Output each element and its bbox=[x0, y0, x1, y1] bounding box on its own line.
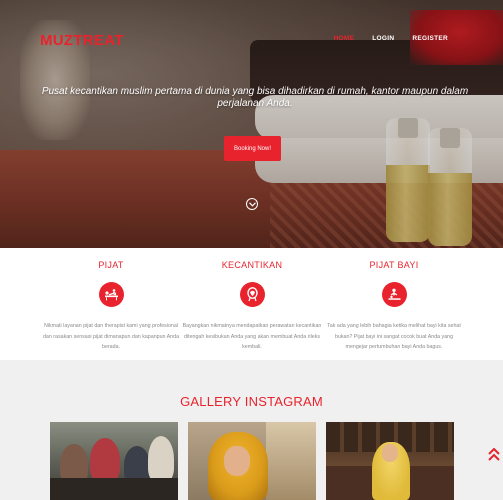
services-section: PIJAT Nikmati layanan pijat dan therapis… bbox=[0, 248, 503, 360]
service-title: PIJAT bbox=[98, 260, 124, 270]
gallery-title: GALLERY INSTAGRAM bbox=[180, 394, 323, 409]
scroll-down-icon[interactable] bbox=[246, 198, 258, 210]
hero-tagline: Pusat kecantikan muslim pertama di dunia… bbox=[41, 86, 469, 109]
service-description: Tak ada yang lebih bahagia ketika meliha… bbox=[327, 323, 461, 350]
gallery-photo[interactable] bbox=[188, 422, 316, 500]
service-card-kecantikan: KECANTIKAN Bayangkan nikmatnya mendapatk… bbox=[182, 248, 322, 353]
baby-massage-icon bbox=[381, 282, 407, 307]
nav-item-home[interactable]: HOME bbox=[325, 35, 364, 42]
back-to-top-icon[interactable] bbox=[488, 447, 500, 462]
nav-item-register[interactable]: REGISTER bbox=[403, 35, 457, 42]
gallery-photo[interactable] bbox=[326, 422, 454, 500]
gallery-section: GALLERY INSTAGRAM bbox=[0, 360, 503, 500]
service-card-pijat-bayi: PIJAT BAYI Tak ada yang lebih bahagia ke… bbox=[324, 248, 464, 353]
top-navbar: MUZTREAT HOME LOGIN REGISTER bbox=[0, 0, 503, 80]
booking-now-button[interactable]: Booking Now! bbox=[224, 136, 281, 161]
brand-logo[interactable]: MUZTREAT bbox=[40, 32, 124, 49]
massage-icon bbox=[98, 282, 124, 307]
gallery-photo[interactable] bbox=[50, 422, 178, 500]
service-description: Nikmati layanan pijat dan therapist kami… bbox=[42, 323, 180, 350]
service-card-pijat: PIJAT Nikmati layanan pijat dan therapis… bbox=[41, 248, 181, 353]
service-description: Bayangkan nikmatnya mendapatkan perawata… bbox=[182, 323, 322, 350]
hero-section: MUZTREAT HOME LOGIN REGISTER Pusat kecan… bbox=[0, 0, 503, 248]
service-title: KECANTIKAN bbox=[221, 260, 283, 270]
beauty-icon bbox=[239, 282, 265, 307]
service-title: PIJAT BAYI bbox=[369, 260, 419, 270]
nav-menu: HOME LOGIN REGISTER bbox=[325, 35, 457, 42]
nav-item-login[interactable]: LOGIN bbox=[363, 35, 403, 42]
